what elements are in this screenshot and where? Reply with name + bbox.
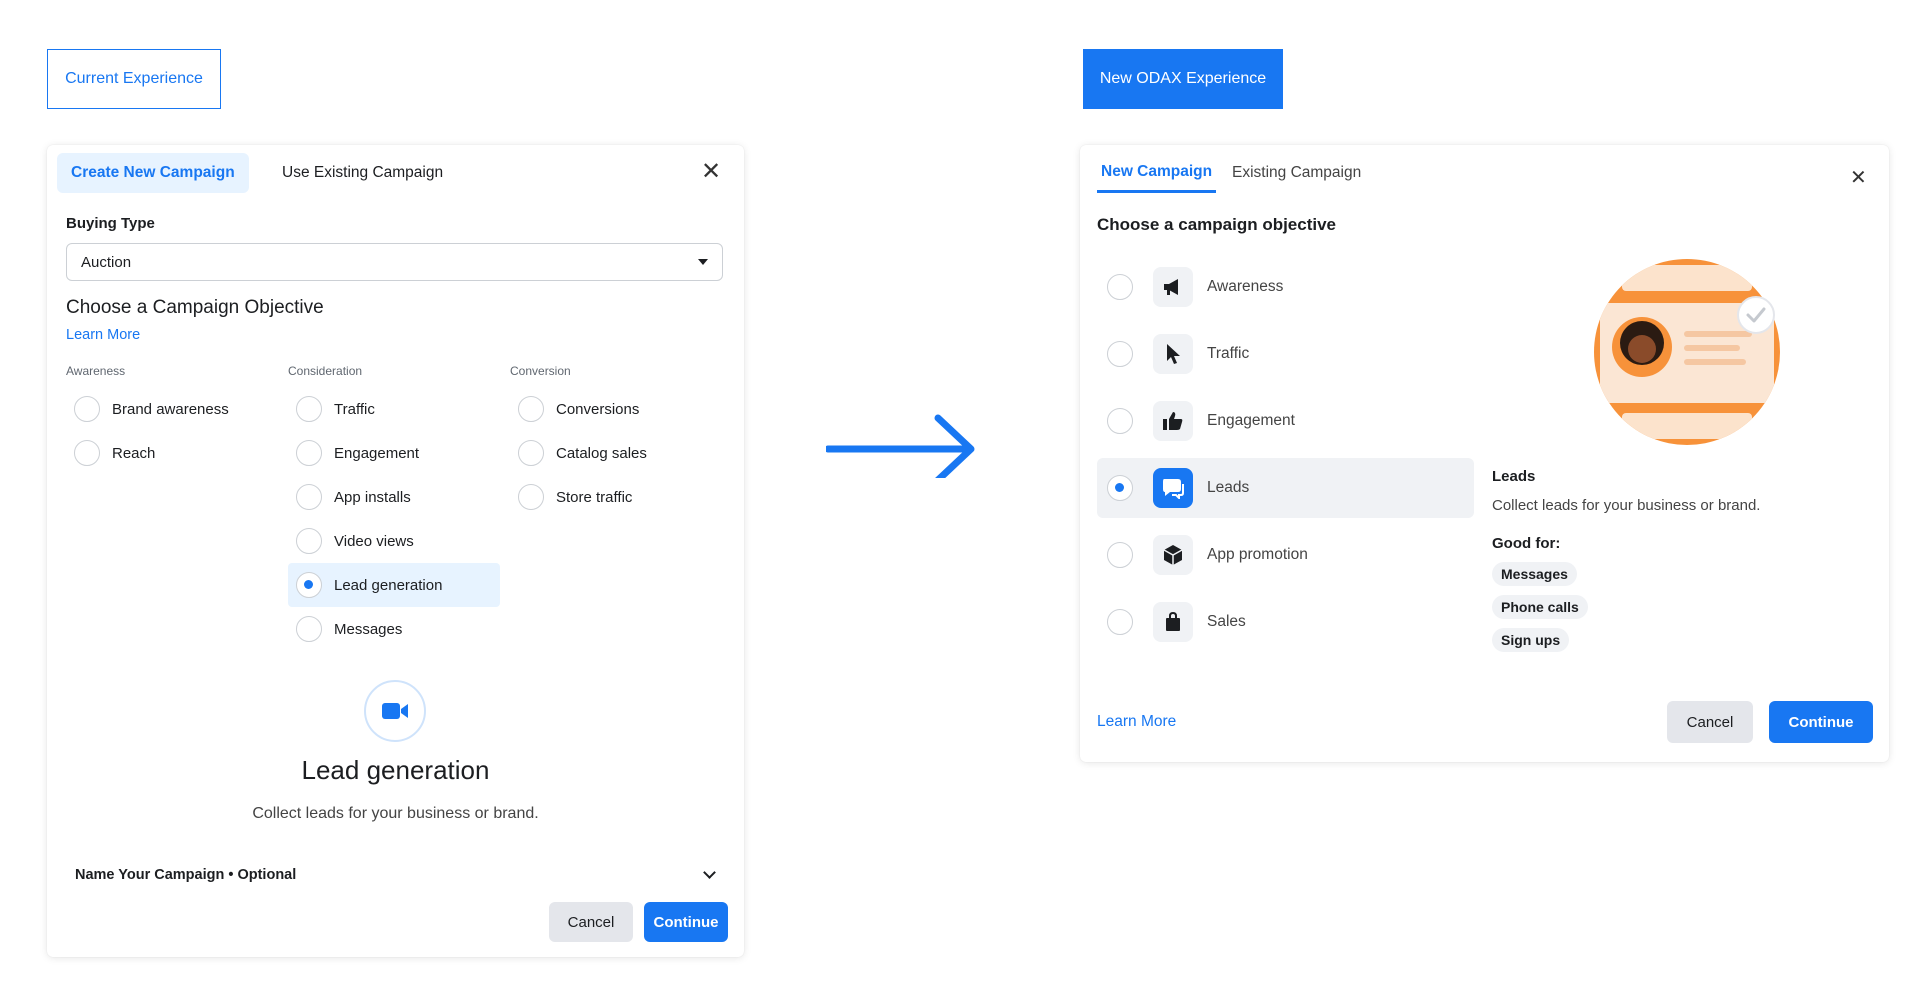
current-experience-label: Current Experience	[47, 49, 221, 109]
column-header-consideration: Consideration	[288, 364, 363, 378]
objective-label: Store traffic	[556, 488, 633, 506]
radio-button[interactable]	[296, 396, 322, 422]
objective-label: Traffic	[334, 400, 375, 418]
objective-label: Video views	[334, 532, 414, 550]
objective-option[interactable]: Conversions	[510, 387, 722, 431]
buying-type-label: Buying Type	[66, 215, 155, 232]
continue-button[interactable]: Continue	[1769, 701, 1873, 743]
video-camera-icon	[364, 680, 426, 742]
objective-option[interactable]: Traffic	[288, 387, 500, 431]
objective-option[interactable]: Catalog sales	[510, 431, 722, 475]
arrow-right-icon	[826, 414, 975, 478]
radio-button[interactable]	[74, 396, 100, 422]
objective-option-sales[interactable]: Sales	[1097, 592, 1474, 652]
radio-button[interactable]	[518, 440, 544, 466]
name-campaign-label: Name Your Campaign • Optional	[75, 867, 297, 883]
thumbs-up-icon	[1153, 401, 1193, 441]
objective-label: App installs	[334, 488, 411, 506]
objective-label: Leads	[1207, 479, 1250, 496]
objective-label: Messages	[334, 620, 403, 638]
megaphone-icon	[1153, 267, 1193, 307]
objective-option[interactable]: Video views	[288, 519, 500, 563]
learn-more-link[interactable]: Learn More	[1097, 713, 1176, 731]
radio-button[interactable]	[74, 440, 100, 466]
objective-option[interactable]: Reach	[66, 431, 278, 475]
selected-objective-description: Collect leads for your business or brand…	[252, 805, 539, 822]
radio-button-checked[interactable]	[296, 572, 322, 598]
objective-option-leads[interactable]: Leads	[1097, 458, 1474, 518]
objective-option[interactable]: Engagement	[288, 431, 500, 475]
shopping-bag-icon	[1153, 602, 1193, 642]
close-icon[interactable]: ✕	[701, 157, 721, 186]
objective-label: Lead generation	[334, 576, 443, 594]
objective-option-selected[interactable]: Lead generation	[288, 563, 500, 607]
objective-label: App promotion	[1207, 546, 1308, 563]
objective-label: Awareness	[1207, 278, 1284, 295]
radio-button[interactable]	[518, 396, 544, 422]
radio-button[interactable]	[296, 440, 322, 466]
continue-button[interactable]: Continue	[644, 902, 728, 942]
radio-button[interactable]	[296, 484, 322, 510]
name-campaign-accordion[interactable]: Name Your Campaign • Optional	[75, 857, 722, 893]
odax-campaign-dialog: New Campaign Existing Campaign ✕ Choose …	[1080, 145, 1889, 762]
radio-button[interactable]	[1107, 341, 1133, 367]
objective-label: Reach	[112, 444, 156, 462]
radio-button[interactable]	[1107, 274, 1133, 300]
caret-down-icon	[698, 259, 708, 265]
cancel-button[interactable]: Cancel	[1667, 701, 1753, 743]
learn-more-link[interactable]: Learn More	[66, 327, 140, 343]
tab-create-new-campaign[interactable]: Create New Campaign	[57, 153, 249, 193]
radio-button[interactable]	[1107, 408, 1133, 434]
tab-new-campaign[interactable]: New Campaign	[1097, 153, 1217, 193]
objective-option-traffic[interactable]: Traffic	[1097, 324, 1474, 384]
good-for-label: Good for:	[1492, 535, 1561, 552]
buying-type-value: Auction	[81, 253, 132, 271]
objective-heading: Choose a campaign objective	[1097, 215, 1337, 234]
objective-label: Engagement	[1207, 412, 1295, 429]
objective-label: Engagement	[334, 444, 420, 462]
cancel-button[interactable]: Cancel	[549, 902, 633, 942]
radio-button-checked[interactable]	[1107, 475, 1133, 501]
radio-button[interactable]	[1107, 542, 1133, 568]
selected-objective-title: Leads	[1492, 468, 1536, 485]
radio-button[interactable]	[1107, 609, 1133, 635]
good-for-pill: Messages	[1492, 562, 1577, 586]
radio-button[interactable]	[296, 616, 322, 642]
close-icon[interactable]: ✕	[1850, 165, 1867, 190]
good-for-pill: Phone calls	[1492, 595, 1588, 619]
objective-option[interactable]: App installs	[288, 475, 500, 519]
objective-label: Conversions	[556, 400, 640, 418]
new-odax-experience-label: New ODAX Experience	[1083, 49, 1283, 109]
radio-button[interactable]	[518, 484, 544, 510]
chat-bubble-icon	[1153, 468, 1193, 508]
cube-icon	[1153, 535, 1193, 575]
cursor-icon	[1153, 334, 1193, 374]
objective-label: Sales	[1207, 613, 1246, 630]
current-campaign-dialog: Create New Campaign Use Existing Campaig…	[47, 145, 744, 957]
selected-objective-title: Lead generation	[301, 755, 490, 785]
chevron-down-icon	[703, 866, 716, 879]
radio-button[interactable]	[296, 528, 322, 554]
objective-label: Traffic	[1207, 345, 1250, 362]
objective-option-app-promotion[interactable]: App promotion	[1097, 525, 1474, 585]
objective-option-awareness[interactable]: Awareness	[1097, 257, 1474, 317]
selected-objective-description: Collect leads for your business or brand…	[1492, 497, 1761, 514]
good-for-pill: Sign ups	[1492, 628, 1570, 652]
buying-type-select[interactable]: Auction	[66, 243, 723, 281]
objective-option[interactable]: Brand awareness	[66, 387, 278, 431]
tab-use-existing-campaign[interactable]: Use Existing Campaign	[270, 153, 455, 193]
objective-label: Brand awareness	[112, 400, 229, 418]
objective-option[interactable]: Store traffic	[510, 475, 722, 519]
column-header-awareness: Awareness	[66, 364, 126, 378]
leads-illustration	[1594, 259, 1780, 445]
objective-label: Catalog sales	[556, 444, 647, 462]
objective-option[interactable]: Messages	[288, 607, 500, 651]
column-header-conversion: Conversion	[510, 364, 571, 378]
tab-existing-campaign[interactable]: Existing Campaign	[1232, 153, 1361, 193]
objective-option-engagement[interactable]: Engagement	[1097, 391, 1474, 451]
objective-heading: Choose a Campaign Objective	[66, 297, 324, 318]
